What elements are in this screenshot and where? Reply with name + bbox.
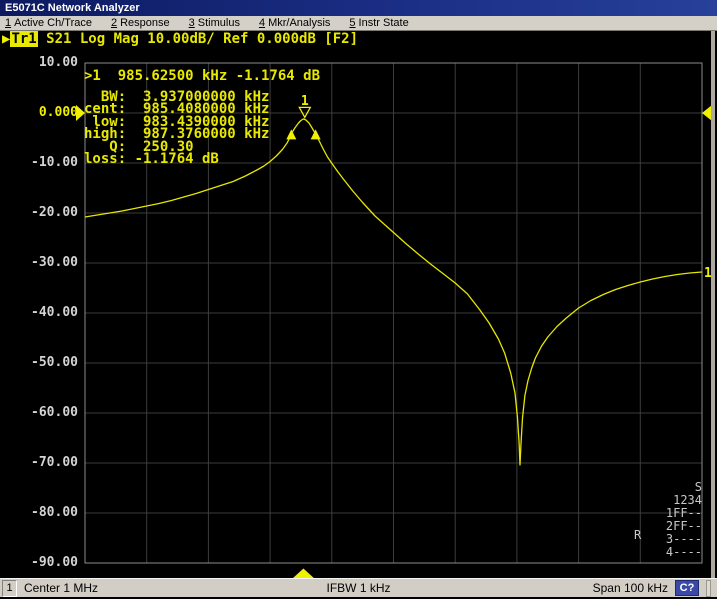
statusbar-endcap bbox=[706, 580, 711, 597]
y-axis-label: -40.00 bbox=[6, 305, 78, 321]
menu-item-active-ch-trace[interactable]: 1Active Ch/Trace bbox=[5, 17, 92, 29]
bandwidth-search-readout: BW: 3.937000000 kHz cent: 985.4080000 kH… bbox=[84, 91, 269, 165]
window-titlebar[interactable]: E5071C Network Analyzer bbox=[0, 0, 717, 16]
correction-status-badge: C? bbox=[675, 580, 699, 596]
active-trace-badge: Tr1 bbox=[10, 31, 37, 47]
trace-format-text: S21 Log Mag 10.00dB/ Ref 0.000dB [F2] bbox=[38, 31, 358, 47]
port-receiver-status: S 1234 1FF-- 2FF-- 3---- 4---- bbox=[640, 481, 702, 559]
y-axis-label: -30.00 bbox=[6, 255, 78, 271]
y-axis-label: -10.00 bbox=[6, 155, 78, 171]
bw-marker-high-icon bbox=[311, 129, 321, 139]
span-text: Span 100 kHz bbox=[593, 581, 668, 595]
y-axis-label: 10.00 bbox=[6, 55, 78, 71]
analyzer-display: 11 ▶Tr1 S21 Log Mag 10.00dB/ Ref 0.000dB… bbox=[0, 31, 717, 578]
marker-readout-header: >1 985.62500 kHz -1.1764 dB bbox=[84, 69, 320, 83]
status-bar: 1 Center 1 MHz IFBW 1 kHz Span 100 kHz C… bbox=[0, 578, 717, 597]
y-axis-label: -80.00 bbox=[6, 505, 78, 521]
receiver-r-label: R bbox=[634, 528, 641, 542]
menu-bar: 1Active Ch/Trace 2Response 3Stimulus 4Mk… bbox=[0, 16, 717, 31]
y-axis-label: -50.00 bbox=[6, 355, 78, 371]
y-axis-label: -70.00 bbox=[6, 455, 78, 471]
trace-status-line[interactable]: ▶Tr1 S21 Log Mag 10.00dB/ Ref 0.000dB [F… bbox=[2, 32, 358, 47]
bw-marker-low-icon bbox=[286, 129, 296, 139]
y-axis-label: -90.00 bbox=[6, 555, 78, 571]
stimulus-marker-triangle-icon[interactable] bbox=[292, 569, 315, 579]
instrument-screen: E5071C Network Analyzer 1Active Ch/Trace… bbox=[0, 0, 717, 599]
menu-item-response[interactable]: 2Response bbox=[111, 17, 170, 29]
y-axis-label: -60.00 bbox=[6, 405, 78, 421]
menu-item-instr-state[interactable]: 5Instr State bbox=[349, 17, 408, 29]
right-edge-strip bbox=[711, 31, 715, 578]
menu-item-stimulus[interactable]: 3Stimulus bbox=[189, 17, 240, 29]
window-title: E5071C Network Analyzer bbox=[5, 2, 140, 14]
marker-1-label: 1 bbox=[301, 94, 309, 109]
y-axis-label: -20.00 bbox=[6, 205, 78, 221]
y-axis-label: 0.000 bbox=[6, 105, 78, 121]
menu-item-mkr-analysis[interactable]: 4Mkr/Analysis bbox=[259, 17, 330, 29]
